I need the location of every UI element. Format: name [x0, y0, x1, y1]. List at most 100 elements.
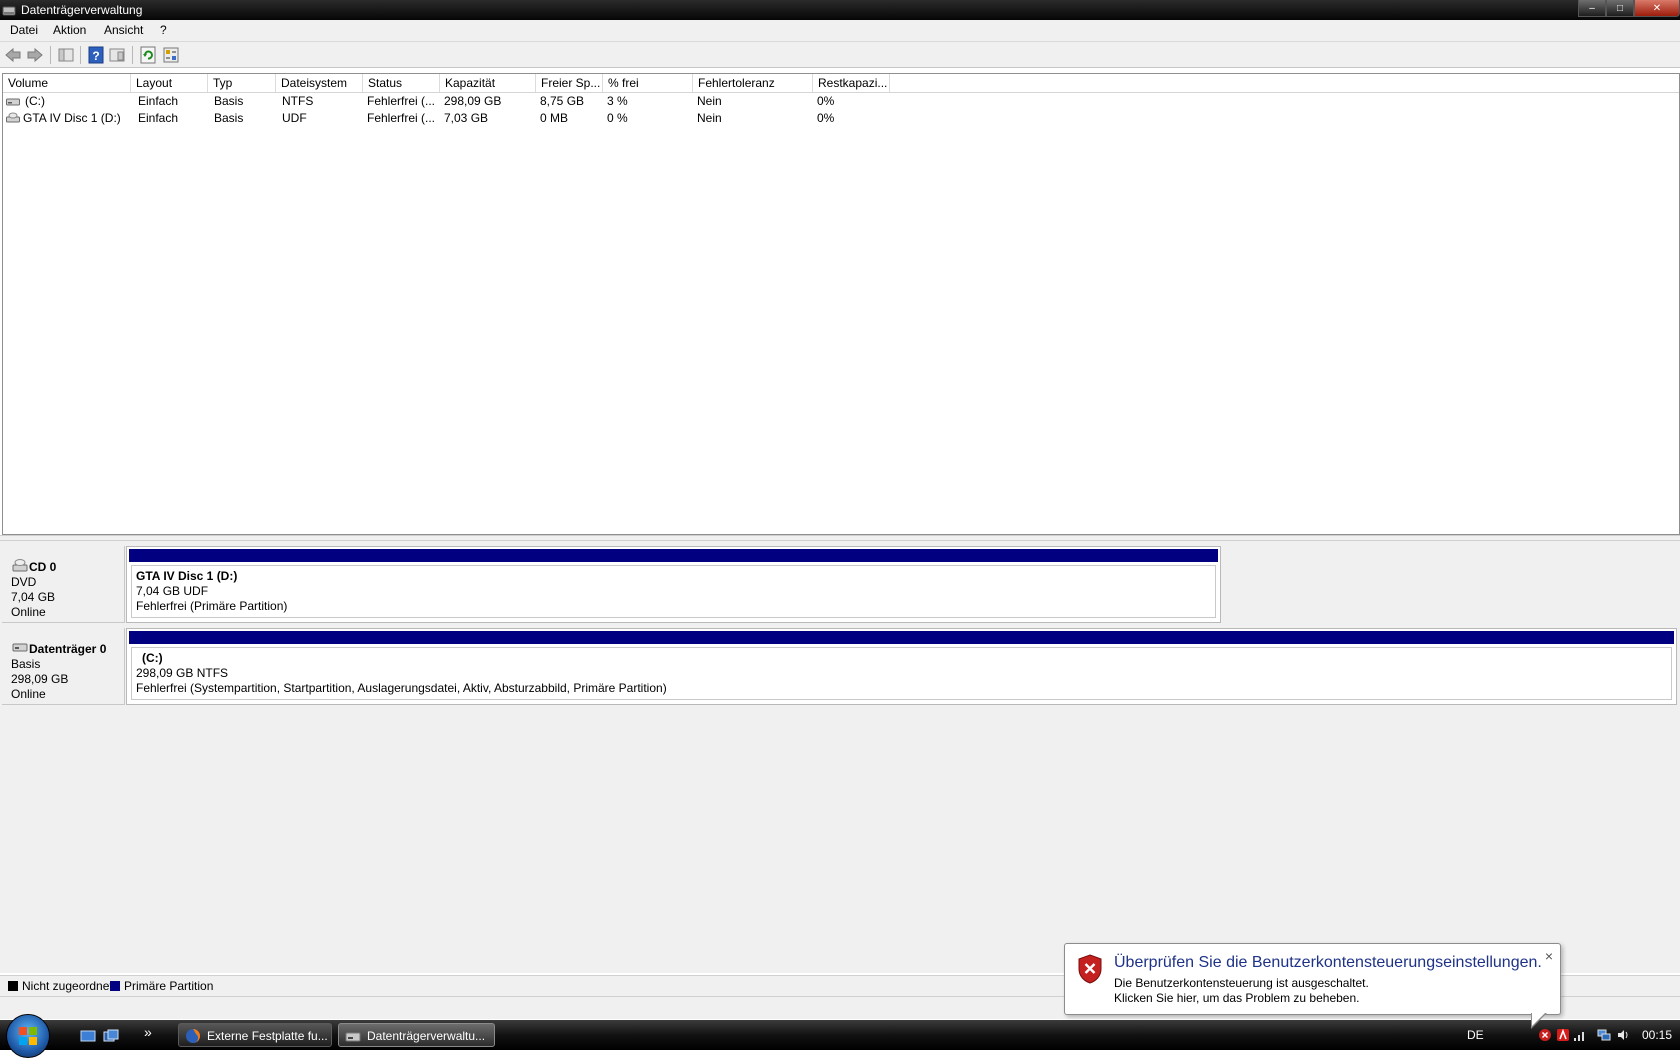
cell-layout: Einfach — [138, 94, 179, 108]
toolbar-separator — [50, 46, 51, 64]
column-header-typ[interactable]: Typ — [208, 74, 276, 92]
disk-state: Online — [11, 687, 46, 701]
start-button[interactable] — [6, 1014, 50, 1058]
system-tray: DE 00:15 — [1360, 1020, 1680, 1050]
refresh-icon[interactable] — [139, 46, 157, 64]
back-arrow-icon[interactable] — [4, 46, 22, 64]
taskbar-button-disk-management[interactable]: Datenträgerverwaltu... — [338, 1023, 495, 1047]
cell-typ: Basis — [214, 94, 244, 108]
partition-c[interactable]: (C:) 298,09 GB NTFS Fehlerfrei (Systempa… — [126, 628, 1677, 705]
table-row[interactable]: GTA IV Disc 1 (D:) Einfach Basis UDF Feh… — [3, 110, 1679, 127]
network-icon[interactable] — [1597, 1028, 1611, 1042]
cell-freier-speicher: 8,75 GB — [540, 94, 585, 108]
cell-kapazitaet: 7,03 GB — [444, 111, 489, 125]
disk-type: Basis — [11, 657, 41, 671]
taskbar-button-firefox[interactable]: Externe Festplatte fu... — [178, 1023, 332, 1047]
column-header-prozent-frei[interactable]: % frei — [603, 74, 693, 92]
help-icon[interactable]: ? — [87, 46, 105, 64]
maximize-button[interactable]: □ — [1606, 0, 1634, 17]
partition-size: 7,04 GB UDF — [136, 584, 209, 598]
volume-icon[interactable] — [1616, 1028, 1630, 1042]
disk-name: CD 0 — [29, 560, 57, 574]
quicklaunch-chevron[interactable]: » — [144, 1024, 152, 1040]
disk-info-disk0[interactable]: Datenträger 0 Basis 298,09 GB Online — [2, 628, 125, 705]
toolbar: ? — [0, 42, 1680, 68]
column-header-row: Volume Layout Typ Dateisystem Status Kap… — [3, 74, 1679, 93]
column-header-restkapazitaet[interactable]: Restkapazi... — [813, 74, 890, 92]
legend-swatch-unallocated — [8, 981, 18, 991]
windows-logo-icon — [19, 1027, 37, 1045]
menu-aktion[interactable]: Aktion — [53, 23, 86, 37]
table-row[interactable]: (C:) Einfach Basis NTFS Fehlerfrei (... … — [3, 93, 1679, 110]
dvd-drive-icon — [6, 112, 20, 123]
close-button[interactable]: ✕ — [1634, 0, 1680, 17]
partition-title: (C:) — [142, 651, 163, 665]
balloon-action-text[interactable]: Klicken Sie hier, um das Problem zu behe… — [1114, 991, 1359, 1005]
cell-fehlertoleranz: Nein — [697, 111, 722, 125]
window-title: Datenträgerverwaltung — [21, 3, 143, 17]
column-header-fehlertoleranz[interactable]: Fehlertoleranz — [693, 74, 813, 92]
partition-details: GTA IV Disc 1 (D:) 7,04 GB UDF Fehlerfre… — [131, 565, 1216, 618]
security-shield-error-icon — [1078, 954, 1102, 984]
show-desktop-icon[interactable] — [80, 1028, 96, 1044]
column-header-volume[interactable]: Volume — [3, 74, 131, 92]
hard-drive-icon — [6, 98, 20, 106]
properties-view-icon[interactable] — [108, 46, 126, 64]
console-tree-icon[interactable] — [57, 46, 75, 64]
cell-kapazitaet: 298,09 GB — [444, 94, 502, 108]
partition-d[interactable]: GTA IV Disc 1 (D:) 7,04 GB UDF Fehlerfre… — [126, 546, 1221, 623]
disk-management-icon — [345, 1032, 361, 1042]
partition-status: Fehlerfrei (Systempartition, Startpartit… — [136, 681, 667, 695]
cell-prozent-frei: 0 % — [607, 111, 628, 125]
taskbar-button-label: Externe Festplatte fu... — [207, 1029, 328, 1043]
cell-volume: GTA IV Disc 1 (D:) — [23, 111, 121, 125]
primary-partition-bar — [129, 549, 1218, 562]
legend-label-primary: Primäre Partition — [124, 979, 214, 993]
title-bar: Datenträgerverwaltung – □ ✕ — [0, 0, 1680, 20]
switch-windows-icon[interactable] — [103, 1028, 119, 1044]
volume-list: Volume Layout Typ Dateisystem Status Kap… — [2, 73, 1680, 535]
security-alert-icon[interactable] — [1538, 1028, 1552, 1042]
cell-freier-speicher: 0 MB — [540, 111, 569, 125]
cell-status: Fehlerfrei (... — [367, 111, 436, 125]
column-header-freier-speicher[interactable]: Freier Sp... — [536, 74, 603, 92]
column-header-layout[interactable]: Layout — [131, 74, 208, 92]
uac-notification-balloon[interactable]: Überprüfen Sie die Benutzerkontensteueru… — [1064, 943, 1561, 1029]
menu-help[interactable]: ? — [160, 23, 167, 37]
signal-icon[interactable] — [1572, 1028, 1586, 1042]
settings-icon[interactable] — [162, 46, 180, 64]
partition-status: Fehlerfrei (Primäre Partition) — [136, 599, 288, 613]
menu-ansicht[interactable]: Ansicht — [104, 23, 143, 37]
disk-row-disk0: Datenträger 0 Basis 298,09 GB Online (C:… — [2, 628, 1678, 705]
disk-management-icon — [2, 6, 16, 16]
dvd-drive-icon — [12, 559, 28, 572]
cell-restkapazitaet: 0% — [817, 111, 835, 125]
hard-drive-icon — [12, 643, 28, 652]
disk-size: 298,09 GB — [11, 672, 69, 686]
column-header-kapazitaet[interactable]: Kapazität — [440, 74, 536, 92]
language-indicator[interactable]: DE — [1467, 1028, 1484, 1042]
clock[interactable]: 00:15 — [1642, 1028, 1672, 1042]
cell-prozent-frei: 3 % — [607, 94, 628, 108]
disk-name: Datenträger 0 — [29, 642, 107, 656]
disk-size: 7,04 GB — [11, 590, 56, 604]
menu-bar: Datei Aktion Ansicht ? — [0, 20, 1680, 42]
disk-info-cd0[interactable]: CD 0 DVD 7,04 GB Online — [2, 546, 125, 623]
forward-arrow-icon[interactable] — [26, 46, 44, 64]
partition-title: GTA IV Disc 1 (D:) — [136, 569, 238, 583]
disk-graphical-view: CD 0 DVD 7,04 GB Online GTA IV Disc 1 (D… — [0, 541, 1680, 973]
antivirus-icon[interactable] — [1556, 1028, 1570, 1042]
svg-text:?: ? — [92, 49, 99, 63]
menu-datei[interactable]: Datei — [10, 23, 38, 37]
cell-typ: Basis — [214, 111, 244, 125]
primary-partition-bar — [129, 631, 1674, 644]
cell-status: Fehlerfrei (... — [367, 94, 436, 108]
balloon-close-button[interactable]: × — [1545, 948, 1553, 964]
toolbar-separator — [80, 46, 81, 64]
column-header-status[interactable]: Status — [363, 74, 440, 92]
column-header-dateisystem[interactable]: Dateisystem — [276, 74, 363, 92]
disk-state: Online — [11, 605, 46, 619]
balloon-tail-fill — [1532, 1012, 1546, 1026]
minimize-button[interactable]: – — [1578, 0, 1606, 17]
cell-dateisystem: UDF — [282, 111, 307, 125]
